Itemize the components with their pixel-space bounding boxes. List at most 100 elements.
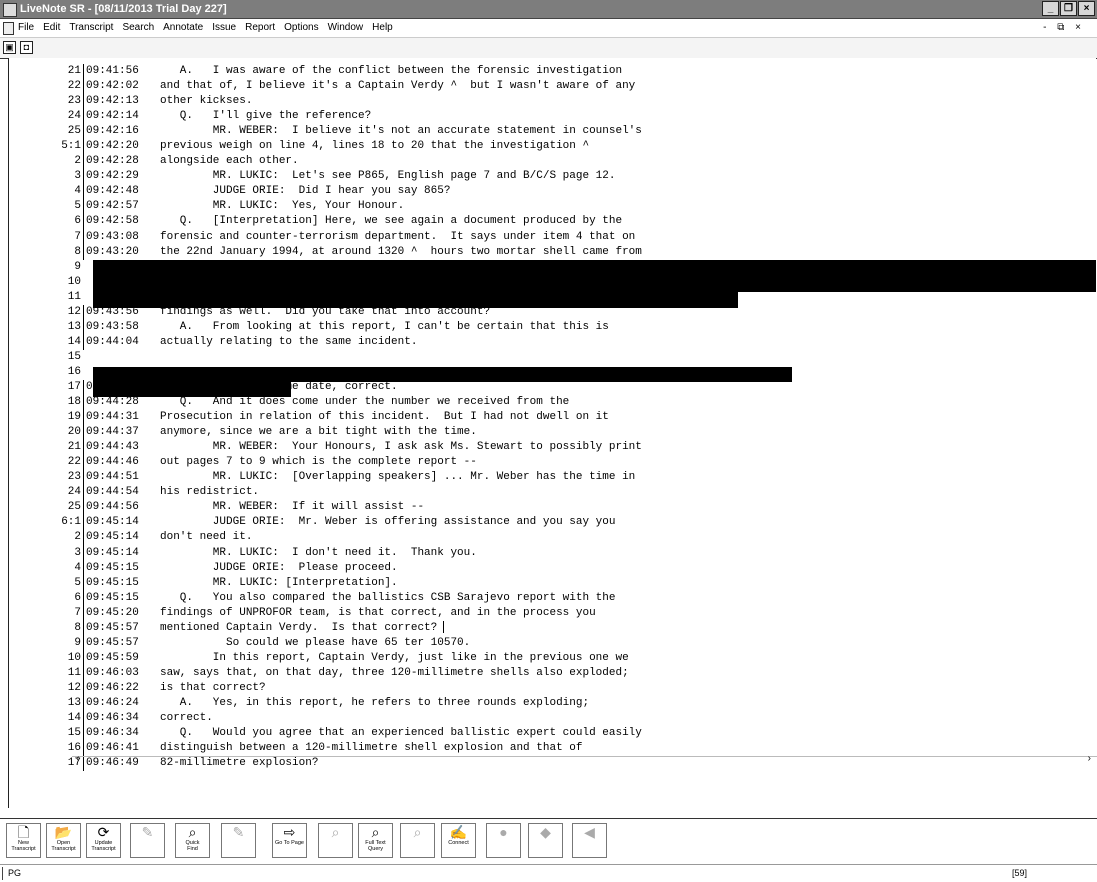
toolbar-button-label: Connect bbox=[448, 840, 469, 846]
line-text: alongside each other. bbox=[160, 155, 299, 168]
transcript-line[interactable]: 6 09:45:15 Q. You also compared the balli… bbox=[9, 590, 1096, 606]
transcript-line[interactable]: 12 09:46:22 is that correct? bbox=[9, 680, 1096, 696]
transcript-line[interactable]: 24 09:44:54 his redistrict. bbox=[9, 485, 1096, 501]
timestamp: 09:42:57 bbox=[83, 199, 139, 215]
app-icon[interactable] bbox=[3, 3, 17, 17]
transcript-line[interactable]: 13 09:43:58 A. From looking at this repor… bbox=[9, 319, 1096, 335]
update-transcript-button[interactable]: ⟳ Update Transcript bbox=[86, 823, 121, 858]
transcript-line[interactable]: 11 09:46:03 saw, says that, on that day, t… bbox=[9, 665, 1096, 681]
open-transcript-button[interactable]: 📂 Open Transcript bbox=[46, 823, 81, 858]
transcript-line[interactable]: 21 09:41:56 A. I was aware of the conflic… bbox=[9, 64, 1096, 80]
connect-button[interactable]: ✍ Connect bbox=[441, 823, 476, 858]
line-text: correct. bbox=[160, 712, 213, 725]
timestamp: 09:45:57 bbox=[83, 635, 139, 651]
horizontal-scrollbar[interactable]: ‹ › bbox=[72, 753, 1097, 766]
transcript-line[interactable]: 22 09:42:02 and that of, I believe it's a … bbox=[9, 79, 1096, 95]
transcript-line[interactable]: 6 09:42:58 Q. [Interpretation] Here, we s… bbox=[9, 214, 1096, 230]
transcript-line[interactable]: 9 09:45:57 So could we please have 65 ter… bbox=[9, 635, 1096, 651]
transcript-line[interactable]: 15 bbox=[9, 350, 1096, 365]
line-text: JUDGE ORIE: Mr. Weber is offering assist… bbox=[160, 516, 616, 529]
transcript-line[interactable]: 18 09:44:28 Q. And it does come under the… bbox=[9, 395, 1096, 411]
menu-search[interactable]: Search bbox=[122, 19, 154, 36]
timestamp: 09:46:24 bbox=[83, 695, 139, 712]
view-mode-button[interactable]: ▣ bbox=[3, 41, 16, 54]
transcript-line[interactable]: 5 09:42:57 MR. LUKIC: Yes, Your Honour. bbox=[9, 199, 1096, 215]
quick-find-button[interactable]: ⌕ Quick Find bbox=[175, 823, 210, 858]
line-text: findings of UNPROFOR team, is that corre… bbox=[160, 606, 596, 619]
menu-file[interactable]: File bbox=[18, 19, 34, 36]
disabled-tool-9-button[interactable]: ⌕ bbox=[400, 823, 435, 858]
transcript-line[interactable]: 7 09:45:20 findings of UNPROFOR team, is t… bbox=[9, 605, 1096, 621]
line-text: anymore, since we are a bit tight with t… bbox=[160, 426, 477, 439]
menu-issue[interactable]: Issue bbox=[212, 19, 236, 36]
minimize-button[interactable]: _ bbox=[1042, 1, 1059, 16]
transcript-line[interactable]: 21 09:44:43 MR. WEBER: Your Honours, I as… bbox=[9, 440, 1096, 456]
disabled-tool-13-button[interactable]: ◀ bbox=[572, 823, 607, 858]
restore-button[interactable]: ❐ bbox=[1060, 1, 1077, 16]
document-icon[interactable] bbox=[3, 22, 14, 35]
menu-edit[interactable]: Edit bbox=[43, 19, 60, 36]
go-to-page-button[interactable]: ⇨ Go To Page bbox=[272, 823, 307, 858]
transcript-line[interactable]: 14 09:44:04 actually relating to the same … bbox=[9, 334, 1096, 350]
annotation-mode-button[interactable]: ◘ bbox=[20, 41, 33, 54]
transcript-line[interactable]: 14 09:46:34 correct. bbox=[9, 711, 1096, 727]
toolbar-button-label: Quick Find bbox=[185, 840, 200, 852]
timestamp: 09:43:08 bbox=[83, 229, 139, 245]
menu-options[interactable]: Options bbox=[284, 19, 318, 36]
menu-transcript[interactable]: Transcript bbox=[69, 19, 113, 36]
transcript-line[interactable]: 3 09:42:29 MR. LUKIC: Let's see P865, Eng… bbox=[9, 169, 1096, 185]
timestamp: 09:45:59 bbox=[83, 650, 139, 666]
line-number: 5 bbox=[74, 200, 81, 213]
menu-help[interactable]: Help bbox=[372, 19, 393, 36]
transcript-pane[interactable]: 21 09:41:56 A. I was aware of the conflic… bbox=[8, 58, 1096, 808]
new-transcript-button[interactable]: 🗋 New Transcript bbox=[6, 823, 41, 858]
transcript-line[interactable]: 3 09:45:14 MR. LUKIC: I don't need it. Th… bbox=[9, 545, 1096, 561]
transcript-line[interactable]: 4 09:45:15 JUDGE ORIE: Please proceed. bbox=[9, 560, 1096, 576]
disabled-tool-11-button[interactable]: ● bbox=[486, 823, 521, 858]
scroll-right-icon[interactable]: › bbox=[1088, 753, 1091, 764]
transcript-line[interactable]: 2 09:42:28 alongside each other. bbox=[9, 154, 1096, 170]
disabled-tool-3-button[interactable]: ✎ bbox=[130, 823, 165, 858]
transcript-line[interactable]: 20 09:44:37 anymore, since we are a bit ti… bbox=[9, 425, 1096, 441]
line-text: MR. WEBER: If it will assist -- bbox=[160, 501, 425, 514]
transcript-line[interactable]: 10 09:45:59 In this report, Captain Verdy… bbox=[9, 650, 1096, 666]
full-text-query-icon: ⌕ bbox=[371, 824, 380, 840]
transcript-line[interactable]: 2 09:45:14 don't need it. bbox=[9, 530, 1096, 546]
transcript-line[interactable]: 23 09:44:51 MR. LUKIC: [Overlapping speak… bbox=[9, 470, 1096, 486]
transcript-line[interactable]: 25 09:44:56 MR. WEBER: If it will assist … bbox=[9, 500, 1096, 516]
transcript-line[interactable]: 7 09:43:08 forensic and counter-terrorism … bbox=[9, 229, 1096, 245]
transcript-line[interactable]: 15 09:46:34 Q. Would you agree that an ex… bbox=[9, 726, 1096, 742]
transcript-line[interactable]: 24 09:42:14 Q. I'll give the reference? bbox=[9, 109, 1096, 125]
line-number: 8 bbox=[74, 621, 81, 634]
menu-bar: File Edit Transcript Search Annotate Issue Rep… bbox=[0, 19, 1097, 36]
timestamp: 09:44:51 bbox=[83, 470, 139, 486]
transcript-line[interactable]: 8 09:45:57 mentioned Captain Verdy. Is tha… bbox=[9, 620, 1096, 636]
disabled-tool-5-button[interactable]: ✎ bbox=[221, 823, 256, 858]
line-text: Q. You also compared the ballistics CSB … bbox=[160, 591, 616, 604]
transcript-line[interactable]: 22 09:44:46 out pages 7 to 9 which is the … bbox=[9, 455, 1096, 471]
close-button[interactable]: × bbox=[1078, 1, 1095, 16]
menu-annotate[interactable]: Annotate bbox=[163, 19, 203, 36]
transcript-line[interactable]: 6:1 09:45:14 JUDGE ORIE: Mr. Weber is off… bbox=[9, 515, 1096, 531]
line-text: So could we please have 65 ter 10570. bbox=[160, 636, 471, 649]
transcript-line[interactable]: 4 09:42:48 JUDGE ORIE: Did I hear you say… bbox=[9, 184, 1096, 200]
transcript-line[interactable]: 25 09:42:16 MR. WEBER: I believe it's not… bbox=[9, 124, 1096, 140]
transcript-line[interactable]: 5:1 09:42:20 previous weigh on line 4, lin… bbox=[9, 139, 1096, 155]
line-number: 23 bbox=[67, 95, 81, 108]
disabled-tool-12-button[interactable]: ◆ bbox=[528, 823, 563, 858]
transcript-line[interactable]: 16 09:46:41 distinguish between a 120-mill… bbox=[9, 741, 1096, 757]
transcript-line[interactable]: 23 09:42:13 other kickses. bbox=[9, 94, 1096, 110]
transcript-line[interactable]: 19 09:44:31 Prosecution in relation of thi… bbox=[9, 410, 1096, 426]
menu-report[interactable]: Report bbox=[245, 19, 275, 36]
transcript-line[interactable]: 8 09:43:20 the 22nd January 1994, at aroun… bbox=[9, 244, 1096, 260]
transcript-line[interactable]: 13 09:46:24 A. Yes, in this report, he re… bbox=[9, 695, 1096, 712]
disabled-tool-7-button[interactable]: ⌕ bbox=[318, 823, 353, 858]
mini-toolbar: ▣ ◘ bbox=[0, 37, 1097, 59]
mdi-controls[interactable]: - ⧉ × bbox=[1043, 19, 1085, 36]
transcript-lines: 21 09:41:56 A. I was aware of the conflic… bbox=[9, 64, 1096, 772]
menu-window[interactable]: Window bbox=[328, 19, 364, 36]
transcript-line[interactable]: 5 09:45:15 MR. LUKIC: [Interpretation]. bbox=[9, 575, 1096, 591]
line-number: 24 bbox=[67, 486, 81, 499]
full-text-query-button[interactable]: ⌕ Full Text Query bbox=[358, 823, 393, 858]
scroll-left-icon[interactable]: ‹ bbox=[76, 753, 79, 764]
